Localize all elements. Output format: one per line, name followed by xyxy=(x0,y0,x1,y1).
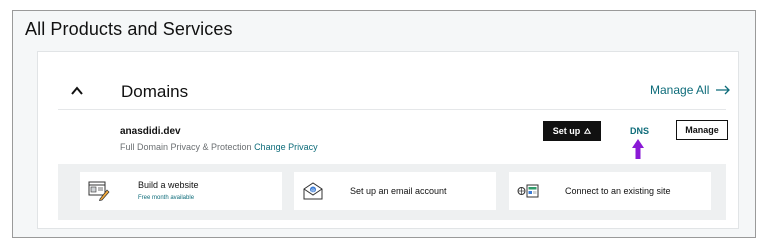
email-icon: @ xyxy=(303,182,323,200)
change-privacy-link[interactable]: Change Privacy xyxy=(254,142,318,152)
svg-text:@: @ xyxy=(311,187,316,193)
dns-link[interactable]: DNS xyxy=(630,126,649,136)
connect-site-tile[interactable]: Connect to an existing site xyxy=(509,172,711,210)
card-title: Domains xyxy=(121,82,189,101)
tile-label: Build a website xyxy=(138,180,199,190)
email-tile[interactable]: @ Set up an email account xyxy=(294,172,496,210)
chevron-up-icon[interactable] xyxy=(70,84,84,98)
setup-label: Set up xyxy=(552,126,581,136)
divider xyxy=(58,109,726,110)
tile-label: Connect to an existing site xyxy=(565,186,671,196)
products-panel: All Products and Services Domains Manage… xyxy=(12,10,756,238)
build-website-tile[interactable]: Build a website Free month available xyxy=(80,172,282,210)
suggestions-tray: Build a website Free month available @ S… xyxy=(58,164,726,220)
setup-button[interactable]: Set up xyxy=(543,121,601,141)
manage-all-label: Manage All xyxy=(650,83,710,97)
caret-up-icon xyxy=(584,128,592,134)
up-arrow-annotation-icon xyxy=(632,139,644,159)
arrow-right-icon xyxy=(716,85,731,95)
privacy-line: Full Domain Privacy & Protection Change … xyxy=(120,142,318,152)
privacy-text: Full Domain Privacy & Protection xyxy=(120,142,252,152)
manage-button[interactable]: Manage xyxy=(676,120,728,140)
website-builder-icon xyxy=(88,181,110,201)
domain-name[interactable]: anasdidi.dev xyxy=(120,126,181,137)
manage-all-link[interactable]: Manage All xyxy=(650,83,731,97)
tile-label: Set up an email account xyxy=(350,186,447,196)
tile-sublabel: Free month available xyxy=(138,195,195,201)
connect-site-icon xyxy=(517,184,539,198)
domains-card: Domains Manage All anasdidi.dev Full Dom… xyxy=(37,51,739,229)
page-title: All Products and Services xyxy=(25,19,233,39)
